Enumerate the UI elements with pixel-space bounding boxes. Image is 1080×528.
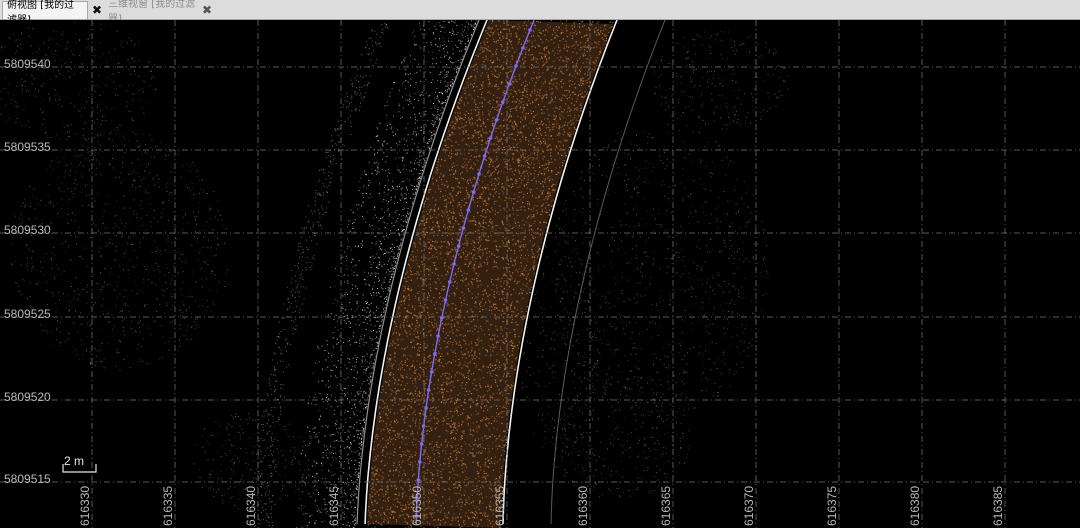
- x-axis-label: 616375: [825, 485, 839, 526]
- close-icon[interactable]: ✖: [90, 2, 104, 18]
- tab-3d-view[interactable]: 三维视窗 [我的过滤器]: [104, 0, 200, 25]
- x-axis-label: 616355: [493, 485, 507, 526]
- road-surface-points: [367, 20, 614, 528]
- y-axis-label: 5809530: [4, 223, 51, 237]
- y-axis-label: 5809520: [4, 390, 51, 404]
- view-tab-bar: 俯视图 [我的过滤器] ✖ 三维视窗 [我的过滤器] ✖: [0, 0, 1080, 26]
- x-axis-label: 616360: [576, 485, 590, 526]
- x-axis-label: 616380: [908, 485, 922, 526]
- x-axis-label: 616370: [742, 485, 756, 526]
- close-icon[interactable]: ✖: [200, 2, 214, 18]
- point-cloud-canvas[interactable]: [0, 20, 1080, 528]
- y-axis-label: 5809515: [4, 472, 51, 486]
- point-cloud-viewport[interactable]: 5809540 5809535 5809530 5809525 5809520 …: [0, 20, 1080, 528]
- y-axis-label: 5809540: [4, 57, 51, 71]
- x-axis-label: 616335: [161, 485, 175, 526]
- x-axis-label: 616340: [244, 485, 258, 526]
- x-axis-label: 616330: [78, 485, 92, 526]
- y-axis-label: 5809525: [4, 307, 51, 321]
- y-axis-label: 5809535: [4, 140, 51, 154]
- x-axis-label: 616345: [327, 485, 341, 526]
- scale-bar-label: 2 m: [64, 454, 85, 468]
- x-axis-label: 616385: [991, 485, 1005, 526]
- x-axis-label: 616365: [659, 485, 673, 526]
- tab-top-view[interactable]: 俯视图 [我的过滤器]: [2, 0, 88, 26]
- x-axis-label: 616350: [410, 485, 424, 526]
